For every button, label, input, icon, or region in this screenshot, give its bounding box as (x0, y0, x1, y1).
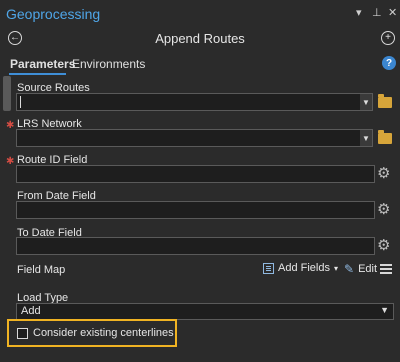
gear-icon[interactable]: ⚙ (377, 238, 390, 253)
pin-icon[interactable]: ⊥ (372, 6, 382, 19)
help-icon[interactable]: ? (382, 56, 396, 70)
source-routes-input[interactable]: ▼ (16, 93, 373, 111)
pane-titlebar: Geoprocessing ▾ ⊥ ✕ (0, 0, 400, 26)
tab-strip: Parameters Environments (0, 54, 400, 75)
add-fields-button[interactable]: Add Fields ▾ (263, 262, 338, 274)
pane-title: Geoprocessing (6, 6, 101, 22)
chevron-down-icon[interactable]: ▼ (360, 94, 372, 110)
text-caret (20, 96, 21, 108)
gear-icon[interactable]: ⚙ (377, 202, 390, 217)
tool-header: ← Append Routes + (0, 26, 400, 52)
chevron-down-icon: ▾ (333, 263, 338, 273)
menu-icon[interactable] (380, 264, 392, 266)
pencil-icon: ✎ (344, 262, 355, 276)
tab-parameters[interactable]: Parameters (10, 57, 75, 71)
required-marker-icon: ✱ (6, 156, 15, 167)
pane-options-icon[interactable]: ▾ (356, 6, 362, 19)
chevron-down-icon[interactable]: ▼ (360, 130, 372, 146)
lrs-network-input[interactable]: ▼ (16, 129, 373, 147)
folder-icon[interactable] (378, 130, 392, 144)
tool-title: Append Routes (155, 31, 245, 46)
edit-label: Edit (358, 263, 378, 275)
required-marker-icon: ✱ (6, 120, 15, 131)
to-date-field-input[interactable] (16, 237, 375, 255)
tab-environments[interactable]: Environments (72, 57, 145, 71)
add-button[interactable]: + (381, 31, 395, 45)
gear-icon[interactable]: ⚙ (377, 166, 390, 181)
folder-icon[interactable] (378, 94, 392, 108)
route-id-field-input[interactable] (16, 165, 375, 183)
close-icon[interactable]: ✕ (388, 6, 397, 19)
consider-existing-label[interactable]: Consider existing centerlines (33, 327, 174, 339)
field-map-label: Field Map (17, 264, 66, 276)
scrollbar-thumb[interactable] (3, 76, 11, 111)
from-date-field-input[interactable] (16, 201, 375, 219)
add-fields-icon (263, 262, 274, 274)
edit-button[interactable]: ✎ Edit (344, 262, 377, 276)
load-type-value: Add (21, 305, 41, 317)
plus-icon: + (385, 32, 391, 43)
consider-existing-checkbox[interactable] (17, 328, 28, 339)
active-tab-underline (9, 73, 66, 75)
chevron-down-icon: ▼ (380, 305, 389, 315)
add-fields-label: Add Fields (278, 262, 330, 274)
load-type-select[interactable]: Add ▼ (16, 303, 394, 320)
